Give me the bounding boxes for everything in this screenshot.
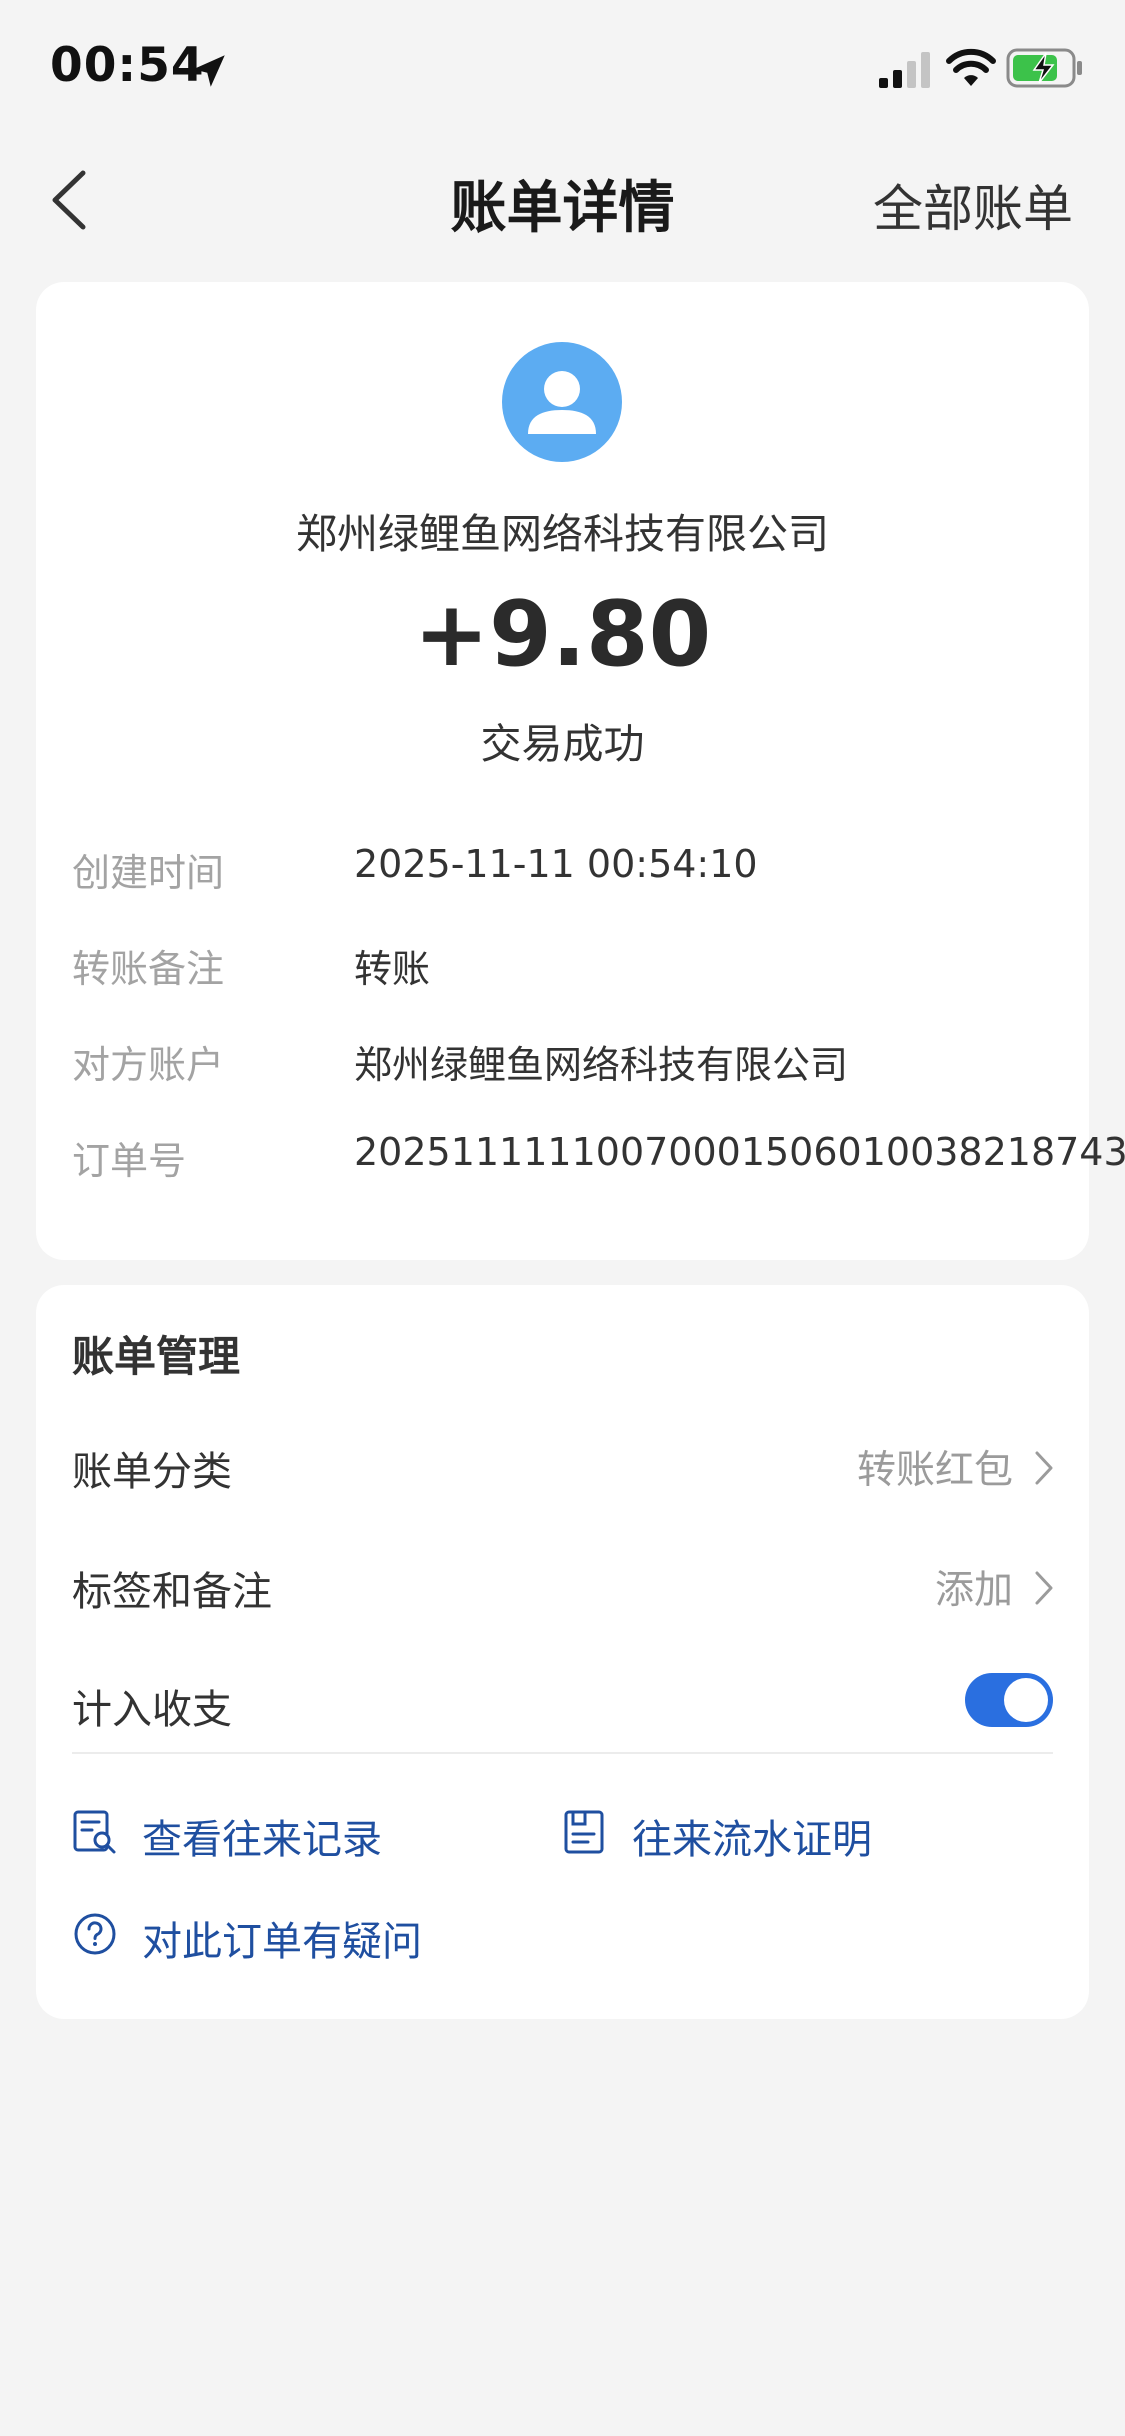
bill-category-label: 账单分类 bbox=[72, 1449, 232, 1495]
transaction-status: 交易成功 bbox=[480, 720, 645, 768]
transaction-amount: +9.80 bbox=[413, 582, 712, 687]
detail-row-transfer-note: 转账备注 转账 bbox=[36, 938, 1089, 998]
order-question-label: 对此订单有疑问 bbox=[142, 1919, 422, 1965]
status-time: 00:54 bbox=[50, 38, 205, 93]
detail-label: 订单号 bbox=[72, 1139, 187, 1183]
question-circle-icon bbox=[74, 1913, 116, 1955]
toggle-knob bbox=[1004, 1678, 1048, 1722]
detail-value: 转账 bbox=[354, 947, 431, 991]
user-icon bbox=[528, 371, 596, 434]
order-number-value[interactable]: 2025111111007000150601003821874​3 bbox=[354, 1130, 1125, 1174]
cellular-signal-icon bbox=[879, 52, 930, 88]
tags-notes-label: 标签和备注 bbox=[72, 1569, 272, 1615]
detail-value: 2025-11-11 00:54:10 bbox=[354, 842, 758, 886]
payee-avatar bbox=[502, 342, 622, 462]
detail-row-order-number: 订单号 2025111111007000150601003821874​3 bbox=[36, 1130, 1125, 1190]
location-arrow-icon bbox=[193, 55, 225, 87]
detail-label: 转账备注 bbox=[72, 947, 225, 991]
view-records-label: 查看往来记录 bbox=[142, 1817, 382, 1863]
wifi-icon bbox=[946, 48, 996, 86]
bill-category-value: 转账红包 bbox=[856, 1448, 1013, 1493]
payee-name: 郑州绿鲤鱼网络科技有限公司 bbox=[296, 510, 829, 558]
statement-document-icon bbox=[564, 1810, 604, 1854]
detail-row-counterparty: 对方账户 郑州绿鲤鱼网络科技有限公司 bbox=[36, 1034, 1089, 1094]
tags-notes-row[interactable]: 标签和备注 添加 bbox=[36, 1547, 1089, 1627]
detail-label: 创建时间 bbox=[72, 851, 225, 895]
battery-charging-icon bbox=[1006, 48, 1082, 88]
tags-notes-value: 添加 bbox=[934, 1568, 1013, 1613]
detail-value: 郑州绿鲤鱼网络科技有限公司 bbox=[354, 1043, 849, 1087]
transaction-proof-label: 往来流水证明 bbox=[632, 1817, 872, 1863]
all-bills-link[interactable]: 全部账单 bbox=[873, 169, 1073, 241]
include-income-expense-row: 计入收支 bbox=[36, 1665, 1089, 1745]
divider bbox=[72, 1752, 1053, 1754]
detail-label: 对方账户 bbox=[72, 1043, 225, 1087]
detail-row-created-time: 创建时间 2025-11-11 00:54:10 bbox=[36, 842, 1089, 902]
status-bar: 00:54 bbox=[0, 0, 1125, 135]
chevron-right-icon bbox=[1035, 1571, 1053, 1605]
bill-summary-card: 郑州绿鲤鱼网络科技有限公司 +9.80 交易成功 创建时间 2025-11-11… bbox=[36, 282, 1125, 1260]
chevron-right-icon bbox=[1035, 1451, 1053, 1485]
section-title: 账单管理 bbox=[72, 1332, 241, 1381]
include-income-expense-toggle[interactable] bbox=[965, 1673, 1053, 1727]
bill-category-row[interactable]: 账单分类 转账红包 bbox=[36, 1427, 1089, 1507]
include-income-expense-label: 计入收支 bbox=[72, 1687, 232, 1733]
nav-bar: 账单详情 全部账单 bbox=[0, 135, 1125, 265]
bill-management-card: 账单管理 账单分类 转账红包 标签和备注 添加 计入收支 查看往来记录 往来流水… bbox=[36, 1285, 1089, 2019]
document-search-icon bbox=[73, 1810, 116, 1854]
